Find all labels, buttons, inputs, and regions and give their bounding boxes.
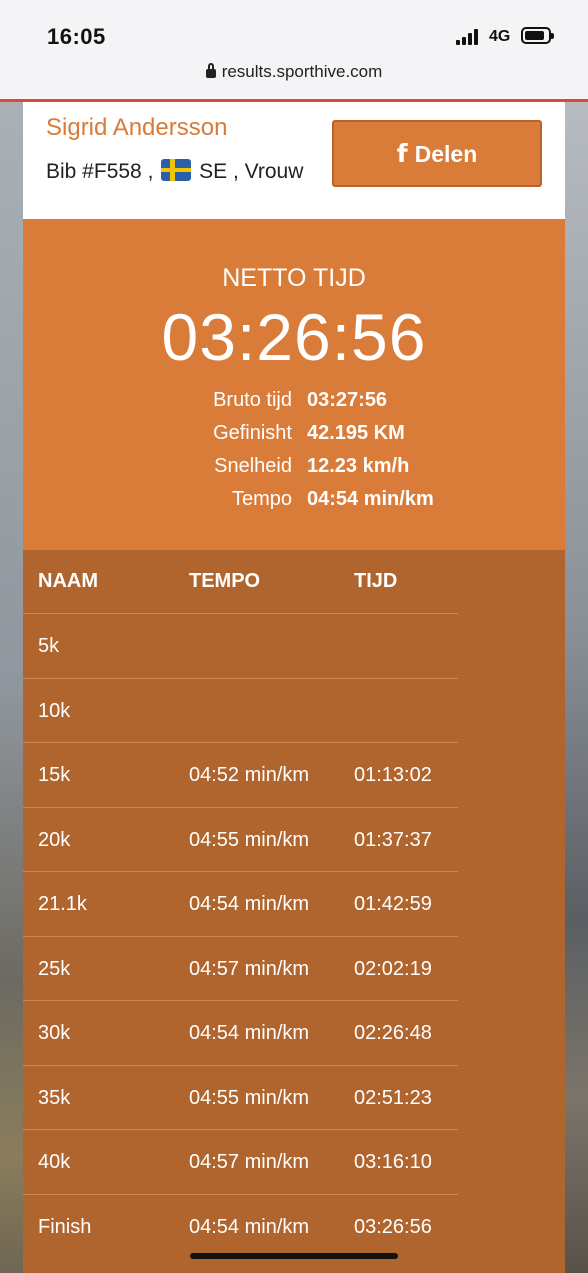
stat-value: 12.23 km/h — [307, 455, 410, 477]
bib-number: Bib #F558 , — [46, 160, 154, 183]
column-header-naam: NAAM — [38, 570, 98, 592]
split-name: Finish — [38, 1216, 92, 1238]
split-name: 20k — [38, 829, 71, 851]
stat-label: Bruto tijd — [213, 389, 292, 411]
address-bar[interactable]: results.sporthive.com — [0, 62, 588, 90]
netto-time: 03:26:56 — [161, 300, 427, 374]
table-row: 35k 04:55 min/km 02:51:23 — [23, 1065, 458, 1130]
table-row: 5k — [23, 613, 458, 678]
status-bar: 16:05 4G results.sporthive.com — [0, 0, 588, 100]
table-row: 15k 04:52 min/km 01:13:02 — [23, 742, 458, 807]
facebook-icon: f — [396, 139, 408, 168]
table-row: Finish 04:54 min/km 03:26:56 — [23, 1194, 458, 1259]
split-tempo: 04:55 min/km — [189, 829, 310, 851]
split-time: 01:42:59 — [354, 893, 432, 915]
split-tempo: 04:54 min/km — [189, 1216, 310, 1238]
table-row: 10k — [23, 678, 458, 743]
home-indicator[interactable] — [190, 1253, 398, 1259]
stat-bruto: Bruto tijd 03:27:56 — [23, 389, 565, 422]
split-tempo: 04:54 min/km — [189, 893, 310, 915]
sweden-flag-icon — [161, 159, 192, 181]
stat-value: 04:54 min/km — [307, 488, 434, 510]
split-tempo: 04:57 min/km — [189, 958, 310, 980]
split-time: 03:16:10 — [354, 1151, 432, 1173]
stat-label: Gefinisht — [213, 422, 292, 444]
split-name: 40k — [38, 1151, 71, 1173]
stat-tempo: Tempo 04:54 min/km — [23, 488, 565, 521]
split-time: 01:13:02 — [354, 764, 432, 786]
split-time: 02:51:23 — [354, 1087, 432, 1109]
signal-icon — [456, 29, 482, 45]
split-name: 30k — [38, 1022, 71, 1044]
column-header-tempo: TEMPO — [189, 570, 261, 592]
url-text: results.sporthive.com — [221, 62, 383, 81]
result-card: Sigrid Andersson Bib #F558 , SE , Vrouw … — [23, 102, 565, 1273]
table-row: 25k 04:57 min/km 02:02:19 — [23, 936, 458, 1001]
split-name: 10k — [38, 700, 71, 722]
background-image-left — [0, 100, 23, 1273]
battery-icon — [521, 27, 554, 44]
split-tempo: 04:52 min/km — [189, 764, 310, 786]
clock: 16:05 — [47, 24, 106, 49]
stat-value: 03:27:56 — [307, 389, 388, 411]
runner-info: Bib #F558 , SE , Vrouw — [46, 159, 303, 184]
netto-label: NETTO TIJD — [222, 264, 366, 292]
split-name: 5k — [38, 635, 60, 657]
table-row: 20k 04:55 min/km 01:37:37 — [23, 807, 458, 872]
split-name: 15k — [38, 764, 71, 786]
lock-icon — [205, 63, 216, 78]
split-name: 25k — [38, 958, 71, 980]
runner-header: Sigrid Andersson Bib #F558 , SE , Vrouw … — [23, 102, 565, 219]
stat-label: Tempo — [231, 488, 292, 510]
stat-value: 42.195 KM — [307, 422, 405, 444]
split-tempo: 04:55 min/km — [189, 1087, 310, 1109]
column-header-tijd: TIJD — [354, 570, 398, 592]
stat-label: Snelheid — [214, 455, 292, 477]
split-time: 02:26:48 — [354, 1022, 432, 1044]
runner-name[interactable]: Sigrid Andersson — [46, 114, 227, 142]
split-time: 03:26:56 — [354, 1216, 432, 1238]
stat-gefinisht: Gefinisht 42.195 KM — [23, 422, 565, 455]
split-name: 21.1k — [38, 893, 87, 915]
table-row: 40k 04:57 min/km 03:16:10 — [23, 1129, 458, 1194]
stat-snelheid: Snelheid 12.23 km/h — [23, 455, 565, 488]
split-tempo: 04:54 min/km — [189, 1022, 310, 1044]
background-image-right — [565, 100, 588, 1273]
table-row: 30k 04:54 min/km 02:26:48 — [23, 1000, 458, 1065]
split-name: 35k — [38, 1087, 71, 1109]
table-row: 21.1k 04:54 min/km 01:42:59 — [23, 871, 458, 936]
split-time: 01:37:37 — [354, 829, 432, 851]
network-label: 4G — [489, 28, 511, 45]
splits-table: NAAM TEMPO TIJD 5k 10k 15k 04:52 min/km … — [23, 550, 565, 1273]
share-label: Delen — [414, 141, 478, 167]
split-tempo: 04:57 min/km — [189, 1151, 310, 1173]
country-code: SE — [199, 160, 228, 183]
facebook-share-button[interactable]: f Delen — [332, 120, 542, 187]
time-summary: NETTO TIJD 03:26:56 Bruto tijd 03:27:56 … — [23, 219, 565, 550]
split-time: 02:02:19 — [354, 958, 432, 980]
gender-label: , Vrouw — [232, 160, 304, 183]
